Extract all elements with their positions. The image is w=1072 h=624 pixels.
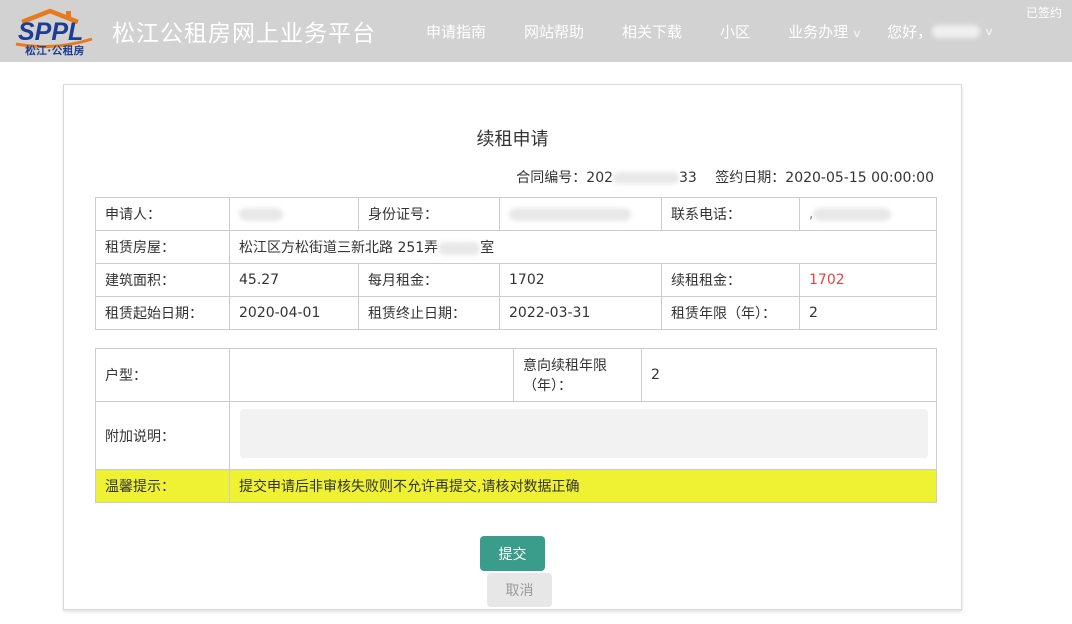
tip-label: 温馨提示：: [96, 470, 230, 503]
phone-value: ,: [800, 198, 937, 231]
status-badge-signed: 已签约: [1026, 4, 1062, 21]
sign-date-value: 2020-05-15 00:00:00: [785, 170, 934, 186]
renew-years-label: 意向续租年限 （年）：: [514, 349, 642, 402]
user-menu[interactable]: 您好， ∨: [887, 21, 993, 42]
contract-no-suffix: 33: [679, 170, 697, 186]
button-area: 提交 取消: [64, 536, 961, 607]
contract-no-prefix: 202: [586, 170, 613, 186]
applicant-value: [230, 198, 359, 231]
start-date-value: 2020-04-01: [230, 297, 359, 330]
remark-input[interactable]: [240, 409, 928, 458]
renewal-form-table: 户型： 意向续租年限 （年）： 2 附加说明： 温馨提示： 提交申请后非审核失败…: [95, 348, 937, 503]
contract-info-line: 合同编号：202 33 签约日期：2020-05-15 00:00:00: [64, 167, 934, 187]
nav-item-community[interactable]: 小区: [720, 21, 750, 42]
address-prefix: 松江区方松街道三新北路 251弄: [239, 240, 438, 256]
nav-item-apply-guide[interactable]: 申请指南: [426, 21, 486, 42]
contract-no-label: 合同编号：: [516, 170, 586, 186]
address-suffix: 室: [480, 240, 494, 256]
main-nav: 申请指南 网站帮助 相关下载 小区 业务办理 ∨: [426, 21, 861, 42]
page-title: 续租申请: [64, 125, 961, 151]
house-type-label: 户型：: [96, 349, 230, 402]
table-row: 租赁房屋： 松江区方松街道三新北路 251弄 室: [96, 231, 937, 264]
house-label: 租赁房屋：: [96, 231, 230, 264]
house-address: 松江区方松街道三新北路 251弄 室: [230, 231, 937, 264]
phone-redacted: [813, 208, 891, 221]
contract-info-table: 申请人： 身份证号： 联系电话： , 租赁房屋： 松江区方松街道三新北路 251…: [95, 197, 937, 330]
house-type-value: [230, 349, 514, 402]
table-row: 温馨提示： 提交申请后非审核失败则不允许再提交,请核对数据正确: [96, 470, 937, 503]
rent-value: 1702: [500, 264, 662, 297]
phone-label: 联系电话：: [662, 198, 800, 231]
tip-message: 提交申请后非审核失败则不允许再提交,请核对数据正确: [230, 470, 937, 503]
table-row: 建筑面积： 45.27 每月租金： 1702 续租租金： 1702: [96, 264, 937, 297]
sppl-logo-icon: SPPL: [12, 8, 98, 48]
renewal-application-panel: 续租申请 合同编号：202 33 签约日期：2020-05-15 00:00:00…: [63, 84, 962, 610]
cancel-button[interactable]: 取消: [487, 573, 552, 607]
contract-no-redacted: [613, 172, 679, 184]
nav-item-site-help[interactable]: 网站帮助: [524, 21, 584, 42]
address-redacted: [438, 242, 480, 255]
remark-label: 附加说明：: [96, 402, 230, 470]
renew-rent-label: 续租租金：: [662, 264, 800, 297]
user-name-redacted: [932, 25, 980, 38]
table-row: 户型： 意向续租年限 （年）： 2: [96, 349, 937, 402]
sign-date-label: 签约日期：: [715, 170, 785, 186]
site-title: 松江公租房网上业务平台: [112, 14, 376, 48]
site-logo[interactable]: SPPL 松江·公租房: [12, 8, 98, 57]
lease-years-value: 2: [800, 297, 937, 330]
logo-subtext: 松江·公租房: [25, 46, 85, 57]
nav-item-business-label: 业务办理: [788, 23, 848, 41]
nav-item-downloads[interactable]: 相关下载: [622, 21, 682, 42]
id-value: [500, 198, 662, 231]
area-label: 建筑面积：: [96, 264, 230, 297]
start-date-label: 租赁起始日期：: [96, 297, 230, 330]
end-date-value: 2022-03-31: [500, 297, 662, 330]
table-row: 申请人： 身份证号： 联系电话： ,: [96, 198, 937, 231]
applicant-redacted: [239, 208, 283, 221]
svg-text:SPPL: SPPL: [18, 18, 83, 46]
table-row: 附加说明：: [96, 402, 937, 470]
chevron-down-icon: ∨: [984, 25, 994, 38]
lease-years-label: 租赁年限（年）：: [662, 297, 800, 330]
area-value: 45.27: [230, 264, 359, 297]
renew-years-value: 2: [642, 349, 937, 402]
rent-label: 每月租金：: [359, 264, 500, 297]
greeting-text: 您好，: [887, 21, 932, 42]
id-label: 身份证号：: [359, 198, 500, 231]
applicant-label: 申请人：: [96, 198, 230, 231]
remark-cell: [230, 402, 937, 470]
top-navbar: SPPL 松江·公租房 松江公租房网上业务平台 申请指南 网站帮助 相关下载 小…: [0, 0, 1072, 62]
table-row: 租赁起始日期： 2020-04-01 租赁终止日期： 2022-03-31 租赁…: [96, 297, 937, 330]
submit-button[interactable]: 提交: [480, 536, 545, 571]
chevron-down-icon: ∨: [852, 27, 862, 40]
end-date-label: 租赁终止日期：: [359, 297, 500, 330]
nav-item-business-menu[interactable]: 业务办理 ∨: [788, 21, 861, 42]
renew-rent-value: 1702: [800, 264, 937, 297]
id-redacted: [509, 208, 631, 221]
